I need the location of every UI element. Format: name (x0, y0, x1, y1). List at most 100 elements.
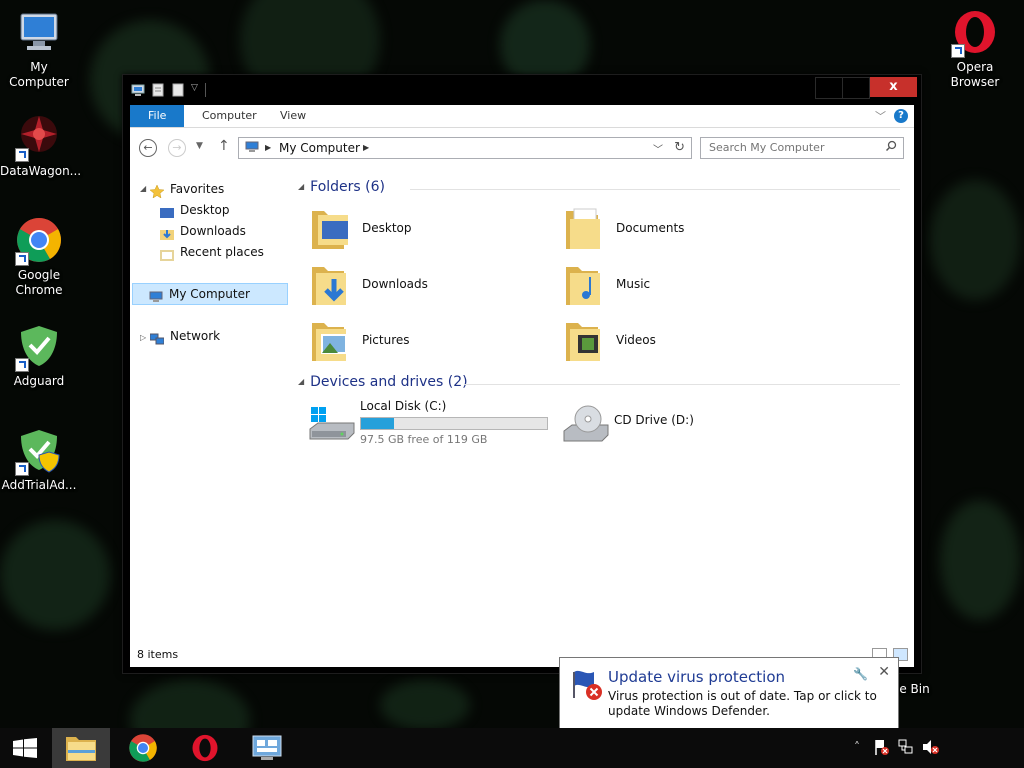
group-title: Devices and drives (2) (310, 374, 468, 390)
chevron-down-icon[interactable]: ﹀ (653, 141, 663, 156)
network-tray-icon[interactable] (898, 739, 914, 758)
nav-network[interactable]: Network (149, 326, 220, 346)
maximize-button[interactable] (842, 77, 870, 99)
minimize-button[interactable] (815, 77, 843, 99)
nav-label: Favorites (170, 182, 225, 196)
notification-title: Update virus protection (608, 668, 786, 686)
desktop-icon-my-computer[interactable]: My Computer (0, 8, 78, 90)
videos-folder-icon (564, 317, 606, 365)
address-bar[interactable]: ▶ My Computer ▶ ﹀ ↻ (238, 137, 692, 159)
close-button[interactable]: x (870, 77, 917, 97)
search-input[interactable] (709, 141, 879, 154)
show-hidden-icons-icon[interactable]: ˄ (854, 740, 860, 754)
search-icon[interactable] (885, 140, 897, 155)
breadcrumb-chevron-icon[interactable]: ▶ (363, 143, 369, 152)
taskbar-file-explorer[interactable] (52, 728, 110, 768)
back-button[interactable]: ← (139, 139, 157, 157)
recent-locations-button[interactable]: ▼ (196, 141, 203, 151)
settings-wrench-icon[interactable]: 🔧 (853, 667, 868, 681)
expand-ribbon-icon[interactable]: ﹀ (875, 108, 886, 124)
devices-group-header[interactable]: ◢ Devices and drives (2) (298, 374, 468, 390)
properties-icon[interactable] (151, 83, 165, 97)
folders-group-header[interactable]: ◢ Folders (6) (298, 179, 385, 195)
search-box[interactable] (700, 137, 904, 159)
chevron-down-icon[interactable]: ▽ (191, 83, 199, 97)
opera-icon (192, 734, 218, 762)
tab-file[interactable]: File (130, 105, 185, 127)
expand-network-icon[interactable]: ▷ (140, 333, 146, 342)
new-folder-icon[interactable] (171, 83, 185, 97)
explorer-window[interactable]: ▽ x File Computer View ﹀ ? ← → ▼ ↑ ▶ My … (122, 74, 922, 674)
folder-documents[interactable]: Documents (564, 205, 804, 255)
drive-local-disk-c[interactable]: Local Disk (C:) 97.5 GB free of 119 GB (308, 399, 558, 449)
folder-label: Desktop (362, 221, 412, 235)
star-icon (149, 183, 165, 199)
desktop-icon-addtrial[interactable]: AddTrialAd... (0, 426, 78, 493)
group-title: Folders (6) (310, 179, 385, 195)
folder-downloads[interactable]: Downloads (310, 261, 550, 311)
tab-view[interactable]: View (266, 105, 320, 127)
folder-desktop[interactable]: Desktop (310, 205, 550, 255)
navigation-pane: ◢ Favorites Desktop Downloads Recent pla… (130, 169, 290, 647)
drive-cd-d[interactable]: CD Drive (D:) (562, 399, 762, 449)
taskbar-control-panel[interactable] (238, 728, 296, 768)
close-notification-button[interactable]: ✕ (878, 664, 890, 680)
tab-computer[interactable]: Computer (188, 105, 271, 127)
pictures-folder-icon (310, 317, 352, 365)
nav-favorites[interactable]: Favorites (149, 179, 225, 199)
windows-logo-icon (13, 738, 37, 758)
volume-muted-icon[interactable] (922, 739, 940, 758)
desktop-icon-label: Opera Browser (950, 60, 1000, 89)
nav-recent-places[interactable]: Recent places (160, 242, 264, 262)
folder-videos[interactable]: Videos (564, 317, 804, 367)
opera-icon (951, 8, 999, 58)
forward-button[interactable]: → (168, 139, 186, 157)
desktop-folder-icon (310, 205, 352, 253)
action-center-flag-icon[interactable] (874, 738, 890, 759)
taskbar-chrome[interactable] (114, 728, 172, 768)
refresh-icon[interactable]: ↻ (674, 140, 685, 155)
title-bar[interactable]: ▽ x (123, 75, 921, 105)
start-button[interactable] (0, 728, 50, 768)
navigation-bar: ← → ▼ ↑ ▶ My Computer ▶ ﹀ ↻ (130, 128, 914, 168)
desktop-icon-opera[interactable]: Opera Browser (936, 8, 1014, 90)
desktop-icon-chrome[interactable]: Google Chrome (0, 216, 78, 298)
drive-label: Local Disk (C:) (360, 399, 447, 413)
music-folder-icon (564, 261, 606, 309)
computer-icon (245, 141, 259, 153)
drive-usage-bar (360, 417, 548, 430)
folder-pictures[interactable]: Pictures (310, 317, 550, 367)
nav-downloads[interactable]: Downloads (160, 221, 246, 241)
file-explorer-icon (66, 737, 96, 761)
help-icon[interactable]: ? (894, 109, 908, 123)
taskbar-opera[interactable] (176, 728, 234, 768)
folder-music[interactable]: Music (564, 261, 804, 311)
up-button[interactable]: ↑ (218, 138, 230, 154)
downloads-icon (160, 226, 174, 240)
ribbon-tabs: File Computer View ﹀ ? (130, 105, 914, 128)
defender-notification[interactable]: Update virus protection Virus protection… (559, 657, 899, 729)
breadcrumb-my-computer[interactable]: My Computer (279, 141, 360, 155)
desktop-icon-datawagon[interactable]: DataWagon... (0, 112, 81, 179)
chrome-icon (15, 216, 63, 266)
collapse-group-icon[interactable]: ◢ (298, 182, 304, 191)
control-panel-icon (252, 735, 282, 760)
desktop-icon-adguard[interactable]: Adguard (0, 322, 78, 389)
desktop-icon-recycle-bin-label[interactable]: le Bin (896, 682, 936, 697)
collapse-group-icon[interactable]: ◢ (298, 377, 304, 386)
nav-desktop[interactable]: Desktop (160, 200, 230, 220)
nav-label: Recent places (180, 245, 264, 259)
drive-usage-fill (361, 418, 395, 429)
folder-label: Videos (616, 333, 656, 347)
addtrial-icon (15, 426, 63, 476)
hard-drive-icon (308, 403, 356, 443)
nav-my-computer[interactable]: My Computer (132, 283, 288, 305)
computer-icon (15, 8, 63, 56)
desktop-icon-label: My Computer (9, 60, 69, 89)
notification-body: Virus protection is out of date. Tap or … (608, 689, 877, 718)
collapse-favorites-icon[interactable]: ◢ (140, 184, 146, 193)
quick-access-toolbar: ▽ (131, 83, 206, 97)
desktop-icon-label: Google Chrome (15, 268, 63, 297)
computer-icon (131, 83, 145, 97)
breadcrumb-chevron-icon[interactable]: ▶ (265, 143, 271, 152)
